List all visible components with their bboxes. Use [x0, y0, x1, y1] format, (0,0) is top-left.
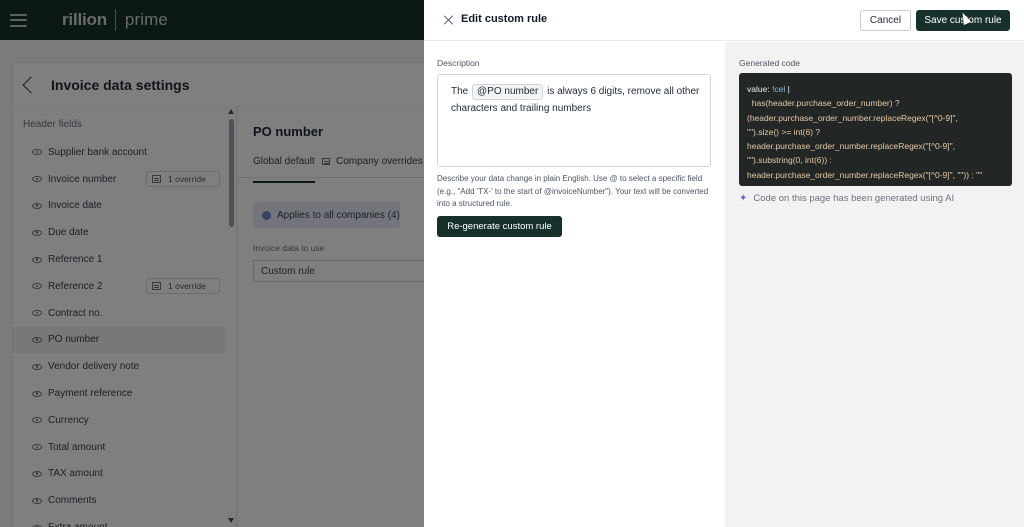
sidebar-item[interactable]: Comments: [13, 487, 225, 514]
description-help-text: Describe your data change in plain Engli…: [437, 174, 709, 208]
tab-divider: [238, 177, 424, 178]
drawer-title: Edit custom rule: [461, 13, 548, 25]
sidebar-item-label: PO number: [48, 334, 100, 346]
applies-badge: Applies to all companies (4): [253, 202, 400, 228]
field-title: PO number: [253, 124, 324, 139]
override-icon: [152, 281, 161, 290]
eye-icon[interactable]: [32, 149, 42, 156]
sparkle-icon: ✦: [739, 193, 748, 204]
description-text-start: The: [451, 86, 469, 97]
eye-icon[interactable]: [32, 310, 42, 317]
sidebar-item-label: Invoice number: [48, 173, 117, 185]
field-mention-chip[interactable]: @PO number: [472, 84, 544, 100]
sidebar-item[interactable]: Total amount: [13, 434, 225, 461]
section-label: Header fields: [23, 119, 82, 130]
eye-icon[interactable]: [32, 202, 42, 209]
menu-icon[interactable]: [10, 13, 27, 27]
sidebar-item[interactable]: Vendor delivery note: [13, 353, 225, 380]
applies-text: Applies to all companies (4): [277, 209, 400, 221]
eye-icon[interactable]: [32, 229, 42, 236]
sidebar-item[interactable]: PO number: [13, 326, 225, 354]
sidebar-item-label: Reference 1: [48, 254, 103, 266]
code-tag: !cel: [772, 84, 786, 94]
generated-code-label: Generated code: [739, 58, 800, 68]
eye-icon[interactable]: [32, 283, 42, 290]
sidebar-item-label: Reference 2: [48, 280, 103, 292]
description-panel: Description The @PO number is always 6 d…: [424, 42, 725, 527]
sidebar-item[interactable]: Invoice date: [13, 193, 225, 220]
override-badge-label: 1 override: [168, 280, 206, 291]
description-input[interactable]: The @PO number is always 6 digits, remov…: [437, 74, 711, 167]
data-to-use-select[interactable]: Custom rule: [253, 260, 428, 282]
code-pipe: |: [785, 84, 790, 94]
ai-note-text: Code on this page has been generated usi…: [753, 193, 955, 204]
eye-icon[interactable]: [32, 256, 42, 263]
logo: rillion prime: [62, 9, 168, 31]
sidebar-item-label: Comments: [48, 495, 97, 507]
description-label: Description: [437, 58, 480, 68]
fields-sidebar: Header fields Supplier bank account Invoi…: [12, 107, 237, 527]
sidebar-item-label: Currency: [48, 414, 89, 426]
info-dot-icon: [262, 210, 271, 220]
eye-icon[interactable]: [32, 363, 42, 370]
sidebar-item[interactable]: Supplier bank account: [13, 139, 225, 166]
tab-global-default[interactable]: Global default: [253, 156, 315, 183]
sidebar-item-label: TAX amount: [48, 468, 103, 480]
override-badge[interactable]: 1 override: [146, 170, 220, 187]
building-icon: [322, 158, 330, 165]
fields-list: Supplier bank account Invoice number 1 ove…: [13, 139, 225, 527]
sidebar-item-label: Contract no.: [48, 307, 103, 319]
edit-rule-drawer: Edit custom rule Cancel Save custom rule…: [424, 0, 1024, 527]
sidebar-item[interactable]: Contract no.: [13, 300, 225, 327]
sidebar-item-label: Extra amount: [48, 522, 107, 527]
drawer-header: Edit custom rule Cancel Save custom rule: [424, 0, 1024, 41]
sidebar-item-label: Vendor delivery note: [48, 361, 140, 373]
sidebar-item[interactable]: Reference 2 1 override: [13, 273, 225, 300]
back-arrow-icon[interactable]: [22, 76, 40, 93]
sidebar-item-label: Supplier bank account: [48, 146, 147, 158]
override-icon: [152, 174, 161, 183]
generated-code-panel: Generated code value: !cel | has(header.…: [725, 42, 1024, 527]
close-icon[interactable]: [443, 15, 453, 25]
tab-company-overrides[interactable]: Company overrides: [322, 156, 423, 167]
eye-icon[interactable]: [32, 470, 42, 477]
sidebar-item[interactable]: TAX amount: [13, 461, 225, 488]
sidebar-item[interactable]: Due date: [13, 219, 225, 246]
logo-divider: [114, 9, 116, 31]
sidebar-item[interactable]: Reference 1: [13, 246, 225, 273]
sidebar-item-label: Payment reference: [48, 388, 133, 400]
logo-product: prime: [124, 10, 168, 29]
code-key: value: [747, 84, 768, 94]
cancel-button[interactable]: Cancel: [860, 10, 911, 31]
page-title: Invoice data settings: [51, 76, 190, 93]
data-to-use-label: Invoice data to use: [253, 243, 325, 253]
code-body: has(header.purchase_order_number) ? (hea…: [747, 98, 983, 180]
sidebar-item-label: Due date: [48, 227, 89, 239]
eye-icon[interactable]: [32, 417, 42, 424]
sidebar-item[interactable]: Payment reference: [13, 380, 225, 407]
eye-icon[interactable]: [32, 176, 42, 183]
override-badge-label: 1 override: [168, 173, 206, 184]
eye-icon[interactable]: [32, 390, 42, 397]
eye-icon[interactable]: [32, 444, 42, 451]
sidebar-item-label: Invoice date: [48, 200, 102, 212]
generated-code-block: value: !cel | has(header.purchase_order_…: [739, 73, 1012, 186]
sidebar-item-label: Total amount: [48, 441, 106, 453]
override-badge[interactable]: 1 override: [146, 277, 220, 294]
sidebar-item[interactable]: Invoice number 1 override: [13, 166, 225, 193]
regenerate-rule-button[interactable]: Re-generate custom rule: [437, 216, 562, 237]
sidebar-item[interactable]: Extra amount: [13, 514, 225, 527]
eye-icon[interactable]: [32, 336, 42, 343]
scroll-up-icon[interactable]: [228, 109, 234, 114]
ai-note: ✦ Code on this page has been generated u…: [739, 193, 954, 204]
tab-company-label: Company overrides: [336, 156, 423, 167]
scroll-thumb[interactable]: [229, 119, 234, 227]
scroll-down-icon[interactable]: [228, 518, 234, 523]
sidebar-scrollbar[interactable]: [228, 107, 236, 527]
logo-brand: rillion: [62, 10, 107, 29]
eye-icon[interactable]: [32, 497, 42, 504]
field-detail-panel: PO number Global default Company overrid…: [238, 107, 428, 527]
sidebar-item[interactable]: Currency: [13, 407, 225, 434]
